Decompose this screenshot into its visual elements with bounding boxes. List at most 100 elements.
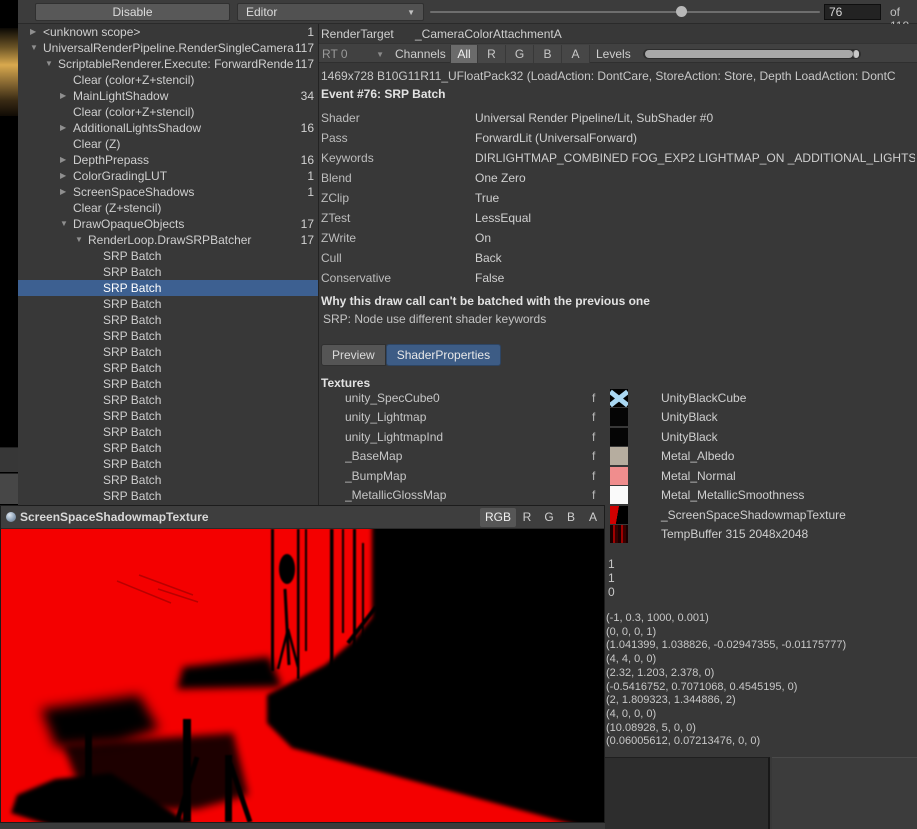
render-texture-icon (6, 512, 16, 522)
tree-item[interactable]: ▼ScriptableRenderer.Execute: ForwardRend… (18, 56, 318, 72)
channel-button-b[interactable]: B (560, 508, 582, 527)
collapse-arrow-icon[interactable]: ▼ (60, 216, 73, 232)
property-name: ZClip (321, 191, 475, 205)
tree-item[interactable]: SRP Batch (18, 408, 318, 424)
background-panel-left (605, 757, 770, 829)
property-value: Back (475, 251, 915, 265)
tree-item[interactable]: SRP Batch (18, 328, 318, 344)
collapse-arrow-icon[interactable]: ▼ (30, 40, 43, 56)
tree-item[interactable]: SRP Batch (18, 296, 318, 312)
texture-row[interactable]: _BumpMapfMetal_Normal (319, 466, 917, 486)
target-selector-dropdown[interactable]: Editor ▼ (237, 3, 424, 21)
tree-item[interactable]: SRP Batch (18, 312, 318, 328)
texture-thumbnail-icon[interactable] (610, 389, 628, 407)
property-name: Blend (321, 171, 475, 185)
chevron-down-icon: ▼ (376, 50, 384, 59)
tree-item[interactable]: SRP Batch (18, 440, 318, 456)
tree-item[interactable]: SRP Batch (18, 392, 318, 408)
texture-row[interactable]: unity_LightmapIndfUnityBlack (319, 427, 917, 447)
channel-button-rgb[interactable]: RGB (480, 508, 516, 527)
tree-item[interactable]: ▶MainLightShadow34 (18, 88, 318, 104)
texture-row[interactable]: unity_LightmapfUnityBlack (319, 408, 917, 428)
tree-item-count: 17 (301, 216, 314, 232)
channel-button-r[interactable]: R (478, 45, 506, 63)
tree-item[interactable]: ▶ColorGradingLUT1 (18, 168, 318, 184)
channel-button-g[interactable]: G (506, 45, 534, 63)
rt-index-dropdown[interactable]: RT 0 ▼ (322, 46, 384, 62)
tree-item[interactable]: ▶DepthPrepass16 (18, 152, 318, 168)
tree-item[interactable]: SRP Batch (18, 248, 318, 264)
tab-shader-properties[interactable]: ShaderProperties (386, 344, 501, 366)
expand-arrow-icon[interactable]: ▶ (60, 184, 73, 200)
tree-item[interactable]: ▼UniversalRenderPipeline.RenderSingleCam… (18, 40, 318, 56)
texture-row[interactable]: _BaseMapfMetal_Albedo (319, 447, 917, 467)
texture-thumbnail-icon[interactable] (610, 486, 628, 504)
vector-value: (0, 0, 0, 1) (606, 626, 846, 640)
tree-item[interactable]: SRP Batch (18, 424, 318, 440)
tree-item-label: SRP Batch (103, 248, 316, 264)
tree-item[interactable]: SRP Batch (18, 264, 318, 280)
event-slider-handle[interactable] (676, 6, 687, 17)
tree-item-label: SRP Batch (103, 376, 316, 392)
tree-item[interactable]: SRP Batch (18, 472, 318, 488)
channel-button-all[interactable]: All (450, 45, 478, 63)
disable-button[interactable]: Disable (35, 3, 230, 21)
tree-item[interactable]: Clear (Z) (18, 136, 318, 152)
channel-button-b[interactable]: B (534, 45, 562, 63)
event-number-input[interactable] (824, 4, 881, 20)
tree-item[interactable]: ▶<unknown scope>1 (18, 24, 318, 40)
collapse-arrow-icon[interactable]: ▼ (75, 232, 88, 248)
tree-item[interactable]: ▼DrawOpaqueObjects17 (18, 216, 318, 232)
texture-preview-header: ScreenSpaceShadowmapTexture RGBRGBA (1, 506, 604, 529)
texture-thumbnail-icon[interactable] (610, 408, 628, 426)
texture-thumbnail-icon[interactable] (610, 447, 628, 465)
texture-row[interactable]: _MetallicGlossMapfMetal_MetallicSmoothne… (319, 486, 917, 506)
expand-arrow-icon[interactable]: ▶ (60, 168, 73, 184)
vector-value: (-0.5416752, 0.7071068, 0.4545195, 0) (606, 681, 846, 695)
tab-preview[interactable]: Preview (321, 344, 386, 366)
tree-item[interactable]: SRP Batch (18, 456, 318, 472)
channel-button-g[interactable]: G (538, 508, 560, 527)
tree-item[interactable]: ▶AdditionalLightsShadow16 (18, 120, 318, 136)
tree-item[interactable]: SRP Batch (18, 344, 318, 360)
expand-arrow-icon[interactable]: ▶ (60, 88, 73, 104)
tree-item[interactable]: ▼RenderLoop.DrawSRPBatcher17 (18, 232, 318, 248)
expand-arrow-icon[interactable]: ▶ (60, 120, 73, 136)
expand-arrow-icon[interactable]: ▶ (30, 24, 43, 40)
channel-button-a[interactable]: A (562, 45, 590, 63)
texture-asset-name: Metal_Normal (661, 469, 736, 483)
tree-item-label: SRP Batch (103, 280, 316, 296)
tree-item[interactable]: SRP Batch (18, 360, 318, 376)
tree-item-label: UniversalRenderPipeline.RenderSingleCame… (43, 40, 316, 56)
tree-item[interactable]: Clear (color+Z+stencil) (18, 104, 318, 120)
property-name: ZTest (321, 211, 475, 225)
texture-thumbnail-icon[interactable] (610, 428, 628, 446)
float-value: 1 (608, 557, 615, 571)
levels-slider[interactable] (643, 49, 861, 59)
expand-arrow-icon[interactable]: ▶ (60, 152, 73, 168)
event-slider[interactable] (430, 11, 820, 13)
channel-button-a[interactable]: A (582, 508, 604, 527)
tree-item[interactable]: SRP Batch (18, 280, 318, 296)
tree-item-label: ScriptableRenderer.Execute: ForwardRende (58, 56, 316, 72)
tree-item[interactable]: SRP Batch (18, 488, 318, 504)
collapse-arrow-icon[interactable]: ▼ (45, 56, 58, 72)
property-value: True (475, 191, 915, 205)
texture-thumbnail-icon[interactable] (610, 506, 628, 524)
tree-item-count: 1 (307, 168, 314, 184)
property-name: Cull (321, 251, 475, 265)
event-tree[interactable]: ▶<unknown scope>1▼UniversalRenderPipelin… (18, 24, 318, 505)
tree-item[interactable]: SRP Batch (18, 376, 318, 392)
property-value: One Zero (475, 171, 915, 185)
levels-slider-handle[interactable] (853, 50, 859, 58)
texture-thumbnail-icon[interactable] (610, 525, 628, 543)
tree-item[interactable]: Clear (Z+stencil) (18, 200, 318, 216)
tree-item[interactable]: ▶ScreenSpaceShadows1 (18, 184, 318, 200)
render-target-toolbar: RT 0 ▼ Channels AllRGBA Levels (319, 43, 917, 63)
vector-value: (4, 4, 0, 0) (606, 653, 846, 667)
texture-thumbnail-icon[interactable] (610, 467, 628, 485)
texture-row[interactable]: unity_SpecCube0fUnityBlackCube (319, 388, 917, 408)
tree-item-label: SRP Batch (103, 456, 316, 472)
channel-button-r[interactable]: R (516, 508, 538, 527)
tree-item[interactable]: Clear (color+Z+stencil) (18, 72, 318, 88)
